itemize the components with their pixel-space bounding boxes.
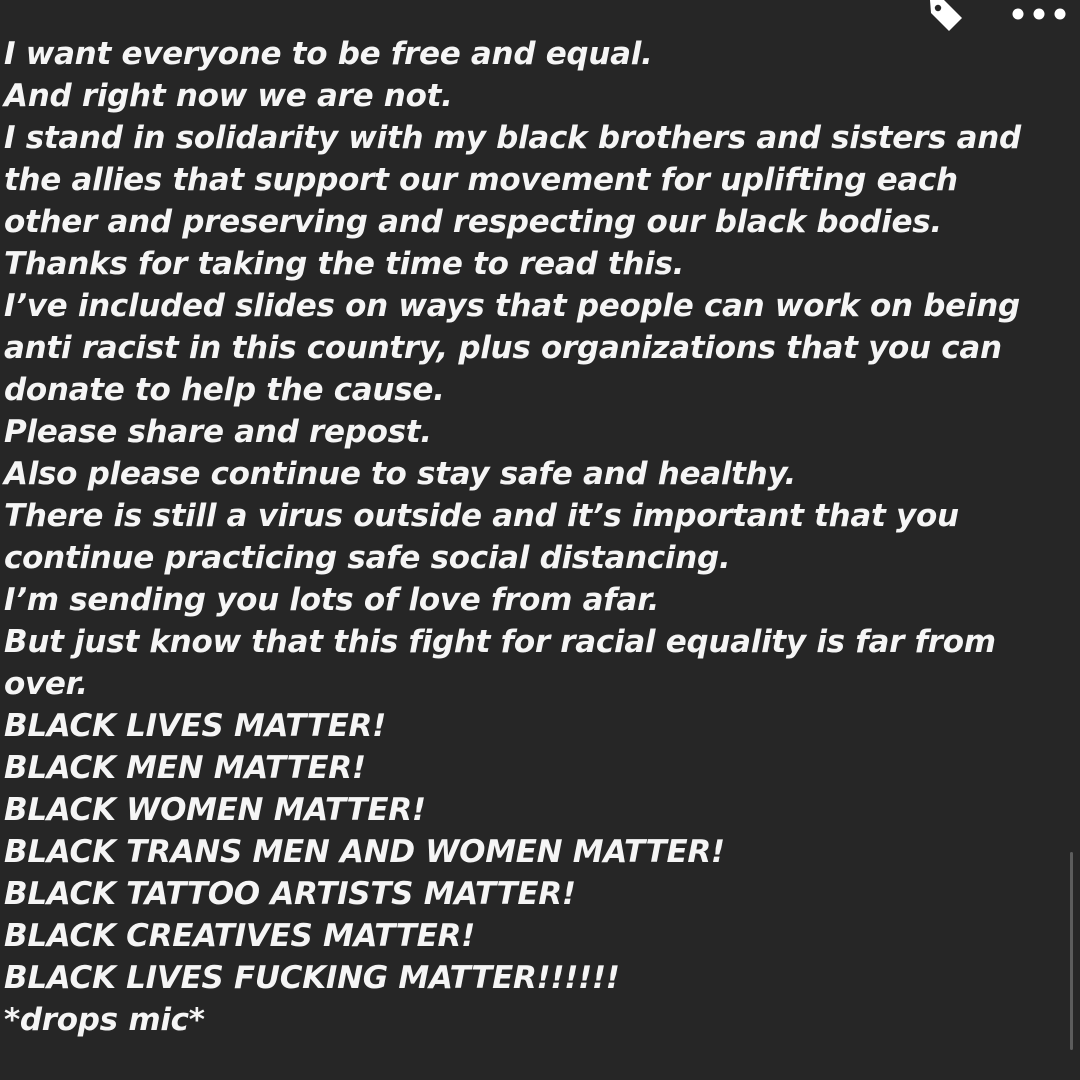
- post-line: Please share and repost.: [4, 414, 432, 450]
- post-text: I want everyone to be free and equal. An…: [4, 33, 1078, 1041]
- post-line: the allies that support our movement for…: [4, 162, 958, 198]
- post-line: I’ve included slides on ways that people…: [4, 288, 1020, 324]
- post-line: I want everyone to be free and equal.: [4, 36, 653, 72]
- post-screen: I want everyone to be free and equal. An…: [0, 0, 1080, 1080]
- more-options-icon[interactable]: [1010, 0, 1068, 36]
- post-actions: [922, 0, 1068, 36]
- scrollbar[interactable]: [1070, 852, 1073, 1050]
- tag-icon[interactable]: [922, 0, 982, 36]
- post-line: Thanks for taking the time to read this.: [4, 246, 685, 282]
- post-line: But just know that this fight for racial…: [4, 624, 996, 660]
- post-line: And right now we are not.: [4, 78, 453, 114]
- post-line: There is still a virus outside and it’s …: [4, 498, 959, 534]
- post-line: Also please continue to stay safe and he…: [4, 456, 796, 492]
- post-line: anti racist in this country, plus organi…: [4, 330, 1002, 366]
- post-line: BLACK LIVES MATTER!: [4, 708, 386, 744]
- post-line: BLACK LIVES FUCKING MATTER!!!!!!: [4, 960, 620, 996]
- post-line: BLACK TATTOO ARTISTS MATTER!: [4, 876, 576, 912]
- post-line: donate to help the cause.: [4, 372, 445, 408]
- post-line: continue practicing safe social distanci…: [4, 540, 731, 576]
- post-line: I’m sending you lots of love from afar.: [4, 582, 660, 618]
- post-line: BLACK MEN MATTER!: [4, 750, 366, 786]
- post-line: BLACK TRANS MEN AND WOMEN MATTER!: [4, 834, 725, 870]
- post-line: other and preserving and respecting our …: [4, 204, 942, 240]
- post-line: I stand in solidarity with my black brot…: [4, 120, 1021, 156]
- post-line: BLACK CREATIVES MATTER!: [4, 918, 475, 954]
- post-line: *drops mic*: [4, 1002, 205, 1038]
- post-line: over.: [4, 666, 88, 702]
- post-line: BLACK WOMEN MATTER!: [4, 792, 426, 828]
